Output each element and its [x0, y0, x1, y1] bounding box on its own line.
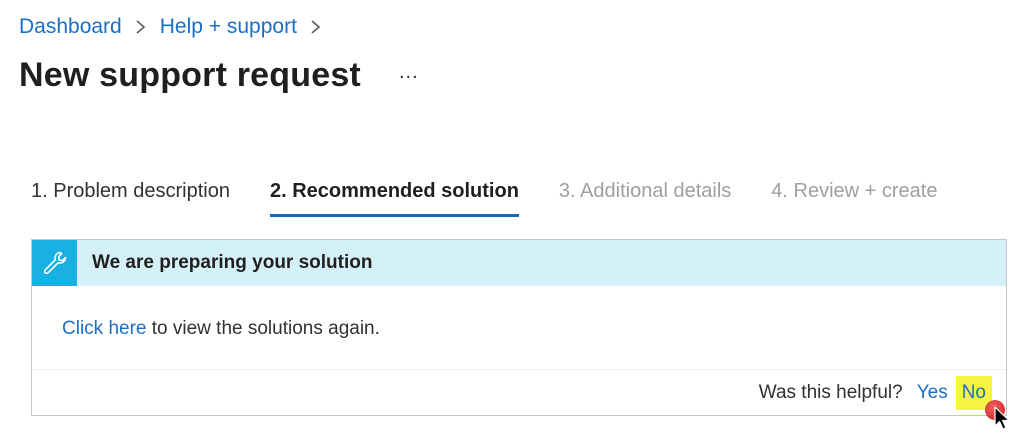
- solution-panel: We are preparing your solution Click her…: [31, 239, 1007, 416]
- wrench-icon: [32, 240, 77, 286]
- more-options-button[interactable]: ...: [399, 62, 419, 82]
- helpful-question: Was this helpful?: [758, 381, 903, 403]
- body-text: to view the solutions again.: [146, 318, 380, 339]
- solution-banner: We are preparing your solution: [32, 240, 1006, 286]
- tab-additional-details: 3. Additional details: [558, 180, 732, 202]
- title-row: New support request ...: [19, 56, 419, 95]
- breadcrumb-help-support-link[interactable]: Help + support: [160, 15, 297, 39]
- mouse-pointer-icon: [994, 406, 1010, 430]
- tab-review-create: 4. Review + create: [771, 180, 938, 202]
- wizard-tabs: 1. Problem description 2. Recommended so…: [31, 180, 977, 217]
- feedback-bar: Was this helpful? Yes No: [32, 369, 1006, 415]
- yes-link[interactable]: Yes: [917, 382, 948, 404]
- chevron-right-icon: [309, 13, 323, 41]
- breadcrumb-dashboard-link[interactable]: Dashboard: [19, 15, 122, 39]
- tab-problem-description[interactable]: 1. Problem description: [31, 180, 230, 213]
- panel-body: Click here to view the solutions again.: [32, 286, 1006, 340]
- banner-title: We are preparing your solution: [92, 252, 373, 273]
- chevron-right-icon: [134, 13, 148, 41]
- breadcrumb: Dashboard Help + support: [19, 13, 335, 41]
- click-here-link[interactable]: Click here: [62, 318, 146, 339]
- page-title: New support request: [19, 56, 361, 94]
- tab-recommended-solution[interactable]: 2. Recommended solution: [269, 180, 519, 217]
